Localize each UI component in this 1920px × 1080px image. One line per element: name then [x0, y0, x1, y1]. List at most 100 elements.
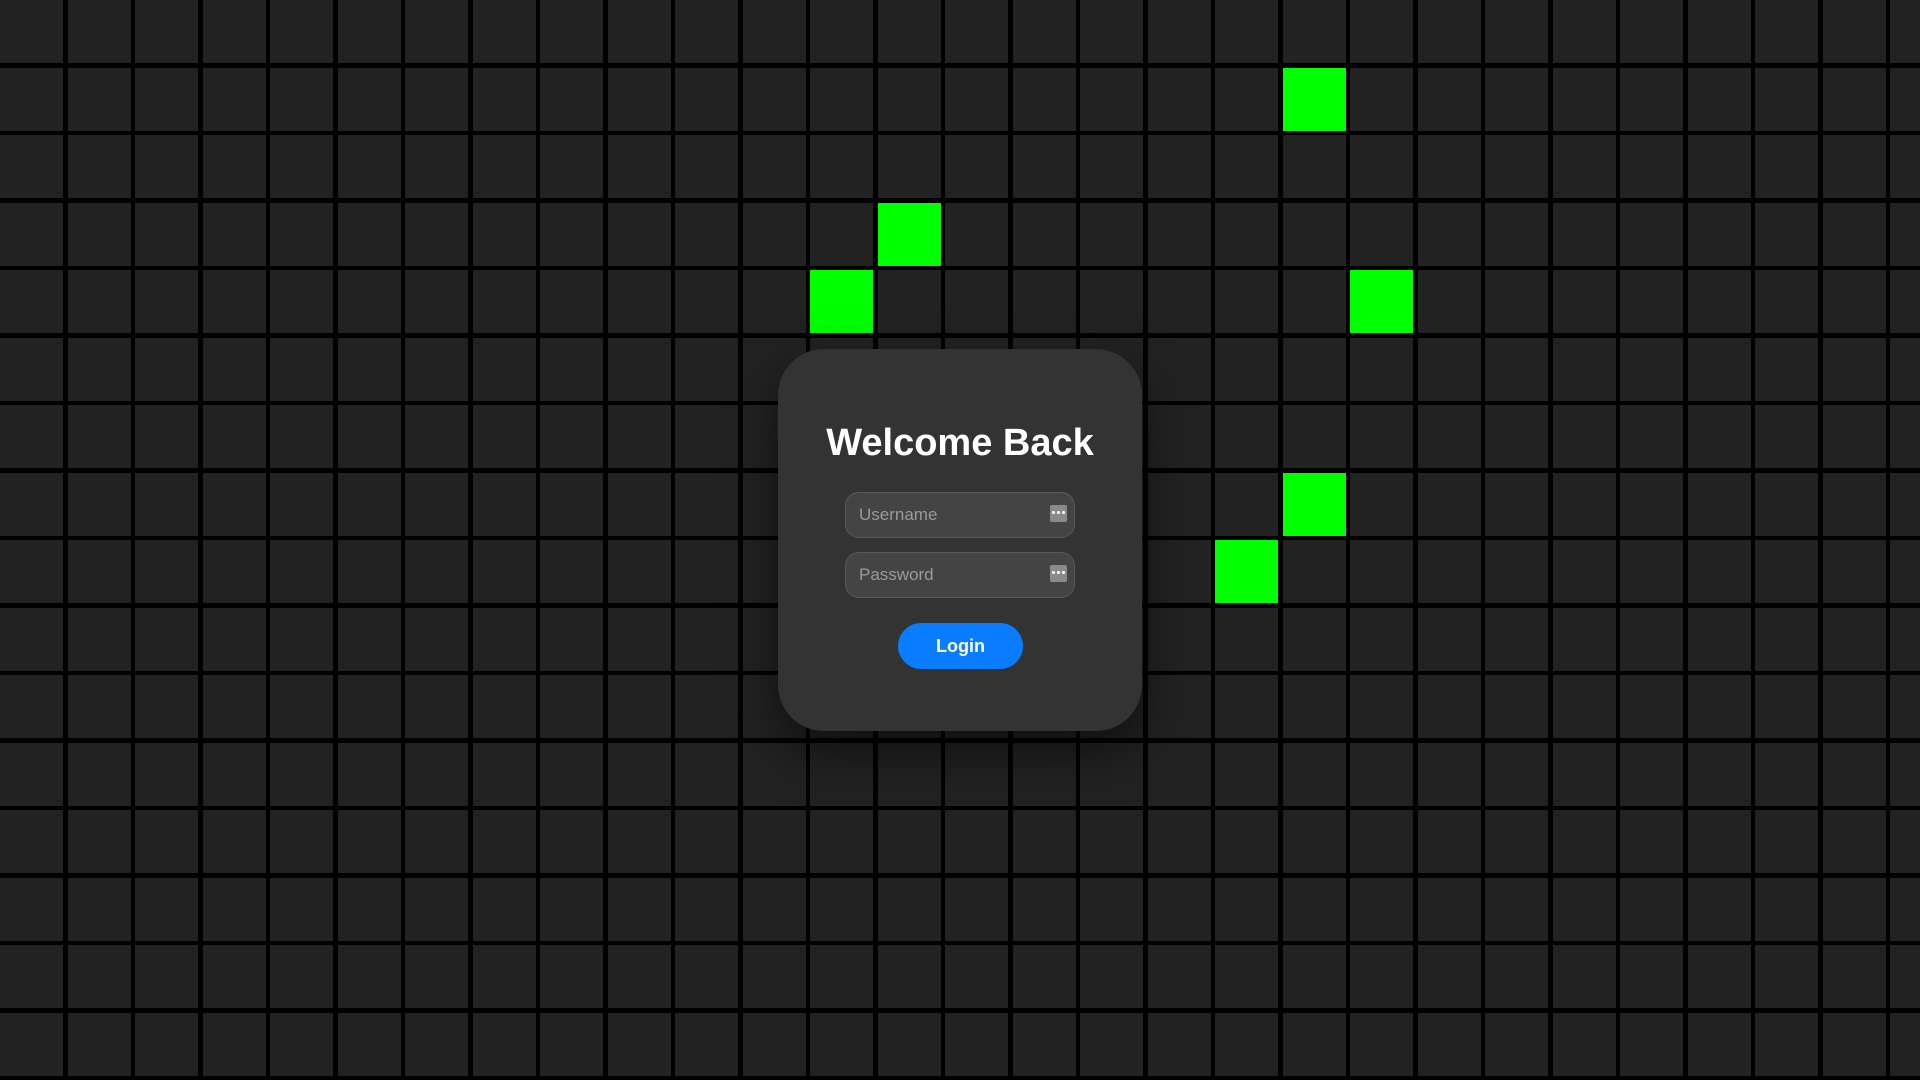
- grid-cell: [1755, 135, 1818, 198]
- login-button[interactable]: Login: [898, 623, 1023, 669]
- grid-cell: [1553, 405, 1616, 468]
- grid-cell: [608, 338, 671, 401]
- grid-cell-lit: [1283, 68, 1346, 131]
- grid-cell: [1283, 405, 1346, 468]
- grid-cell: [405, 743, 468, 806]
- grid-cell: [878, 0, 941, 63]
- password-manager-icon[interactable]: [1050, 565, 1067, 582]
- grid-cell: [1688, 540, 1751, 603]
- grid-cell: [405, 810, 468, 873]
- grid-cell: [1350, 203, 1413, 266]
- grid-cell: [68, 540, 131, 603]
- grid-cell: [1688, 1013, 1751, 1076]
- grid-cell: [1350, 135, 1413, 198]
- grid-cell: [1755, 0, 1818, 63]
- grid-cell: [1013, 1013, 1076, 1076]
- grid-cell: [1553, 270, 1616, 333]
- grid-cell: [1215, 135, 1278, 198]
- grid-cell: [1215, 743, 1278, 806]
- grid-cell: [473, 1013, 536, 1076]
- grid-cell: [270, 540, 333, 603]
- grid-cell: [1823, 540, 1886, 603]
- grid-cell: [270, 0, 333, 63]
- grid-cell: [405, 68, 468, 131]
- grid-cell: [1080, 1013, 1143, 1076]
- grid-cell: [1890, 0, 1920, 63]
- grid-cell: [1283, 810, 1346, 873]
- grid-cell: [1755, 473, 1818, 536]
- grid-cell: [675, 878, 738, 941]
- grid-cell: [68, 810, 131, 873]
- grid-cell: [675, 68, 738, 131]
- grid-cell: [473, 68, 536, 131]
- grid-cell: [135, 1013, 198, 1076]
- grid-cell: [878, 810, 941, 873]
- grid-cell: [1148, 270, 1211, 333]
- grid-cell: [1283, 338, 1346, 401]
- grid-cell: [1148, 338, 1211, 401]
- password-manager-icon[interactable]: [1050, 505, 1067, 522]
- grid-cell: [473, 675, 536, 738]
- grid-cell: [1013, 743, 1076, 806]
- grid-cell: [1013, 68, 1076, 131]
- grid-cell: [1823, 675, 1886, 738]
- grid-cell: [540, 675, 603, 738]
- grid-cell: [1013, 945, 1076, 1008]
- grid-cell: [1688, 473, 1751, 536]
- grid-cell: [1148, 405, 1211, 468]
- grid-cell: [945, 945, 1008, 1008]
- grid-cell: [0, 608, 63, 671]
- grid-cell: [810, 135, 873, 198]
- grid-cell: [1890, 405, 1920, 468]
- grid-cell: [1013, 135, 1076, 198]
- grid-cell: [1148, 68, 1211, 131]
- grid-cell: [1418, 878, 1481, 941]
- password-input[interactable]: [846, 553, 1074, 597]
- grid-cell: [270, 743, 333, 806]
- grid-cell: [1215, 878, 1278, 941]
- grid-cell: [0, 743, 63, 806]
- grid-cell: [68, 743, 131, 806]
- grid-cell: [810, 810, 873, 873]
- grid-cell: [1013, 203, 1076, 266]
- grid-cell: [1823, 338, 1886, 401]
- grid-cell: [1418, 338, 1481, 401]
- grid-cell: [743, 135, 806, 198]
- grid-cell: [203, 68, 266, 131]
- grid-cell: [540, 338, 603, 401]
- grid-cell: [1890, 675, 1920, 738]
- grid-cell: [405, 405, 468, 468]
- grid-cell: [608, 135, 671, 198]
- grid-cell: [810, 68, 873, 131]
- username-field[interactable]: [845, 492, 1075, 538]
- grid-cell: [608, 0, 671, 63]
- grid-cell: [1620, 338, 1683, 401]
- grid-cell: [743, 878, 806, 941]
- username-input[interactable]: [846, 493, 1074, 537]
- grid-cell: [675, 945, 738, 1008]
- grid-cell: [1553, 540, 1616, 603]
- grid-cell: [1080, 945, 1143, 1008]
- grid-cell: [1755, 878, 1818, 941]
- grid-cell: [0, 878, 63, 941]
- grid-cell: [675, 810, 738, 873]
- grid-cell: [1823, 608, 1886, 671]
- grid-cell: [405, 608, 468, 671]
- grid-cell: [1215, 945, 1278, 1008]
- grid-cell: [1620, 608, 1683, 671]
- grid-cell: [1890, 68, 1920, 131]
- grid-cell: [1350, 0, 1413, 63]
- grid-cell: [1148, 0, 1211, 63]
- grid-cell: [608, 608, 671, 671]
- grid-cell: [1823, 473, 1886, 536]
- grid-cell: [203, 135, 266, 198]
- grid-cell: [1823, 810, 1886, 873]
- grid-cell: [1013, 0, 1076, 63]
- grid-cell: [1553, 203, 1616, 266]
- grid-cell: [1620, 743, 1683, 806]
- grid-cell: [473, 0, 536, 63]
- password-field[interactable]: [845, 552, 1075, 598]
- login-title: Welcome Back: [826, 422, 1094, 464]
- grid-cell: [608, 878, 671, 941]
- grid-cell: [68, 608, 131, 671]
